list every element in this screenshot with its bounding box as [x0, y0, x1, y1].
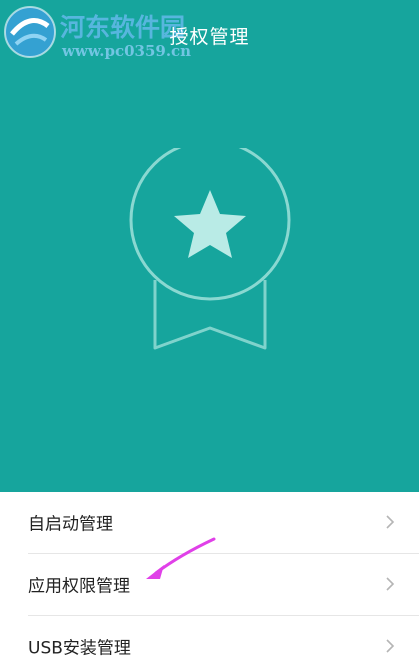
page-title: 授权管理 — [169, 26, 250, 48]
chevron-right-icon — [386, 515, 395, 529]
menu-item-label: USB安装管理 — [28, 638, 131, 659]
menu-item-usb-install[interactable]: USB安装管理 — [0, 616, 419, 672]
annotation-arrow-icon — [146, 537, 216, 579]
star-medal-icon — [129, 148, 291, 350]
menu-item-label: 自启动管理 — [28, 514, 113, 535]
chevron-right-icon — [386, 639, 395, 653]
menu-item-label: 应用权限管理 — [28, 576, 130, 597]
chevron-right-icon — [386, 577, 395, 591]
header-banner: 河东软件园 www.pc0359.cn 授权管理 — [0, 0, 419, 492]
